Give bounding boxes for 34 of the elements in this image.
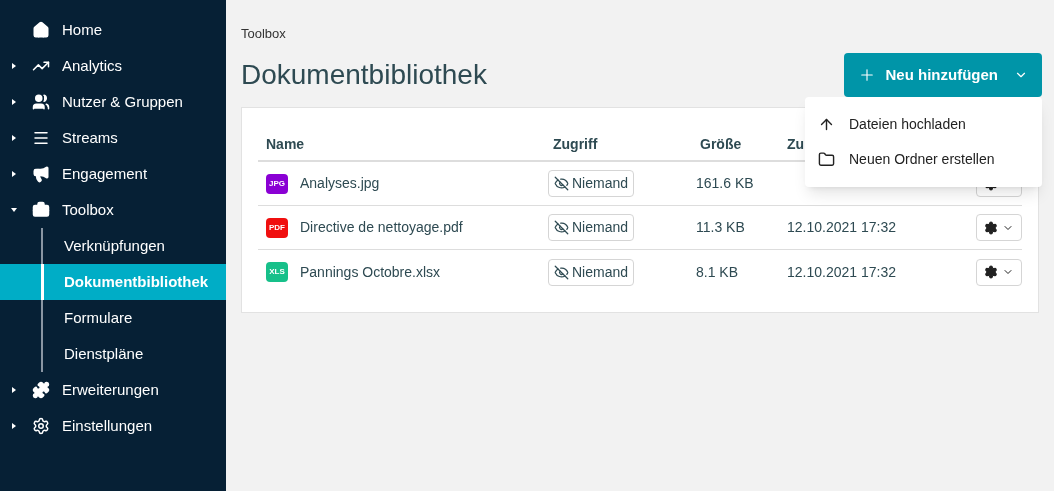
column-header: Name	[266, 136, 305, 152]
sidebar-item[interactable]: Nutzer & Gruppen	[62, 90, 183, 114]
access-button[interactable]: Niemand	[548, 170, 635, 197]
column-header: Größe	[700, 136, 742, 152]
sidebar-item[interactable]: Erweiterungen	[62, 378, 159, 402]
file-name[interactable]: Analyses.jpg	[300, 173, 380, 194]
sidebar-item[interactable]: Home	[62, 18, 102, 42]
table-cell: 12.10.2021 17:32	[787, 219, 896, 235]
file-type-badge: JPG	[266, 173, 288, 194]
sidebar-item[interactable]: Toolbox	[62, 198, 114, 222]
sidebar-item[interactable]: Einstellungen	[62, 414, 153, 438]
file-type-badge: XLS	[266, 262, 288, 282]
file-name[interactable]: Pannings Octobre.xlsx	[300, 261, 441, 283]
access-button[interactable]: Niemand	[548, 214, 635, 241]
add-new-button[interactable]: Neu hinzufügen	[843, 53, 1042, 97]
sidebar-subitem[interactable]: Dienstpläne	[0, 336, 226, 372]
column-header: Zugriff	[553, 136, 598, 152]
menu-item[interactable]: Dateien hochladen	[849, 114, 966, 135]
table-cell: 12.10.2021 17:32	[787, 263, 896, 280]
sidebar-item[interactable]: Engagement	[62, 162, 148, 186]
access-button[interactable]: Niemand	[548, 258, 635, 286]
table-cell: 161.6 KB	[696, 175, 754, 191]
file-type-badge: PDF	[266, 217, 288, 238]
sidebar-subitem[interactable]: Verknüpfungen	[0, 228, 226, 264]
table-cell: 11.3 KB	[696, 219, 745, 235]
breadcrumb[interactable]: Toolbox	[241, 24, 487, 44]
sidebar-subitem[interactable]: Formulare	[0, 300, 226, 336]
file-name[interactable]: Directive de nettoyage.pdf	[300, 217, 463, 238]
page-title: Dokumentbibliothek	[241, 57, 487, 92]
sidebar-item[interactable]: Analytics	[62, 54, 123, 78]
sidebar-item[interactable]: Streams	[62, 126, 118, 150]
menu-item[interactable]: Neuen Ordner erstellen	[849, 149, 995, 170]
table-cell: 8.1 KB	[696, 263, 739, 280]
column-header: Zu	[787, 136, 805, 152]
